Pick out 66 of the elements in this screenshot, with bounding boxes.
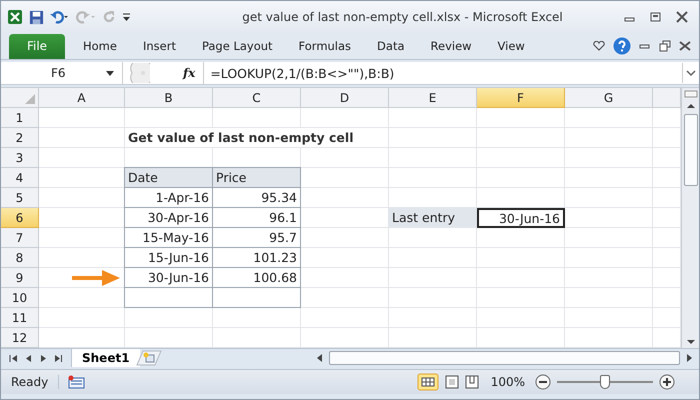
- column-header[interactable]: A: [39, 88, 125, 108]
- column-header[interactable]: F: [477, 88, 565, 108]
- close-icon[interactable]: [679, 41, 691, 51]
- column-header[interactable]: B: [125, 88, 213, 108]
- splitter-handle-icon[interactable]: [129, 63, 151, 83]
- table-cell: Price: [212, 167, 301, 188]
- restore-icon[interactable]: [659, 40, 671, 52]
- ribbon-tab[interactable]: Data: [377, 39, 405, 59]
- window-title: get value of last non-empty cell.xlsx - Microsoft Excel: [241, 10, 564, 24]
- row-header[interactable]: 8: [1, 248, 39, 268]
- column-header[interactable]: D: [301, 88, 389, 108]
- scrollbar-thumb[interactable]: [684, 114, 698, 186]
- previous-sheet-icon[interactable]: [24, 354, 33, 362]
- arrow-icon: [72, 270, 120, 286]
- row-header[interactable]: 1: [1, 108, 39, 128]
- row-header[interactable]: 7: [1, 228, 39, 248]
- ribbon-tab[interactable]: View: [498, 39, 525, 59]
- zoom-slider-thumb[interactable]: [600, 375, 610, 389]
- name-box[interactable]: F6: [1, 62, 123, 84]
- ribbon-tab[interactable]: Review: [430, 39, 472, 59]
- zoom-in-icon[interactable]: [659, 374, 675, 390]
- row-header[interactable]: 10: [1, 288, 39, 308]
- table-cell: 30-Jun-16: [477, 208, 565, 228]
- row-header[interactable]: 2: [1, 128, 39, 148]
- row-header[interactable]: 4: [1, 168, 39, 188]
- ribbon-tab[interactable]: Formulas: [298, 39, 352, 59]
- row-header[interactable]: 3: [1, 148, 39, 168]
- zoom-level[interactable]: 100%: [490, 375, 525, 389]
- customize-menu-icon[interactable]: [122, 12, 131, 22]
- save-icon[interactable]: [29, 10, 44, 24]
- column-header[interactable]: E: [389, 88, 477, 108]
- normal-view-icon[interactable]: [416, 373, 439, 391]
- scrollbar-thumb[interactable]: [328, 351, 680, 365]
- excel-logo-icon[interactable]: [7, 9, 23, 25]
- insert-function-button[interactable]: fx: [183, 66, 196, 80]
- help-icon[interactable]: [613, 37, 631, 55]
- page-layout-view-icon[interactable]: [444, 375, 459, 389]
- heart-icon[interactable]: [593, 41, 605, 51]
- maximize-icon[interactable]: [649, 11, 663, 23]
- status-text: Ready: [1, 375, 60, 389]
- table-cell: Date: [124, 167, 213, 188]
- column-header[interactable]: G: [565, 88, 653, 108]
- undo-icon[interactable]: [50, 10, 70, 24]
- macro-record-icon[interactable]: [67, 375, 86, 389]
- dropdown-icon[interactable]: [106, 70, 114, 76]
- close-icon[interactable]: [675, 11, 689, 23]
- page-break-view-icon[interactable]: [464, 375, 479, 389]
- sheet-tab[interactable]: Sheet1: [72, 349, 140, 367]
- first-sheet-icon[interactable]: [9, 354, 18, 362]
- ribbon-tab[interactable]: Page Layout: [202, 39, 273, 59]
- split-handle-icon[interactable]: [684, 90, 698, 98]
- row-header[interactable]: 5: [1, 188, 39, 208]
- column-header[interactable]: C: [213, 88, 301, 108]
- new-sheet-icon[interactable]: [136, 350, 162, 366]
- ribbon-tab[interactable]: Insert: [142, 39, 176, 59]
- formula-field[interactable]: =LOOKUP(2,1/(B:B<>""),B:B): [203, 62, 682, 84]
- row-header[interactable]: 11: [1, 308, 39, 328]
- table-cell: Get value of last non-empty cell: [125, 128, 389, 148]
- ribbon-tab[interactable]: Home: [83, 39, 117, 59]
- zoom-out-icon[interactable]: [535, 374, 551, 390]
- row-header[interactable]: 9: [1, 268, 39, 288]
- last-sheet-icon[interactable]: [54, 354, 63, 362]
- row-header[interactable]: 12: [1, 328, 39, 348]
- row-header[interactable]: 6: [1, 208, 39, 228]
- next-sheet-icon[interactable]: [39, 354, 48, 362]
- table-cell: Last entry: [389, 208, 477, 228]
